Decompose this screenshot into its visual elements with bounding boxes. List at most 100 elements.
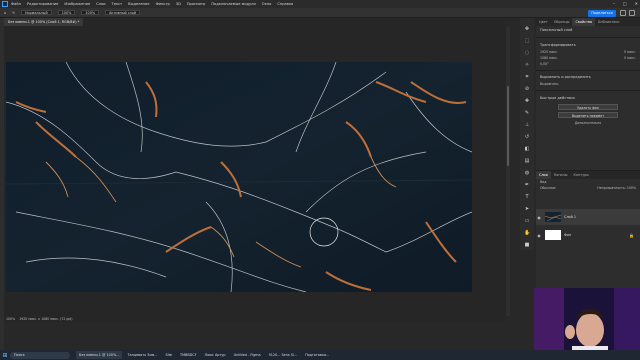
right-tool-strip: ✥ ⬚ ◌ ✧ ⌗ ⊘ ✚ ✎ ⊥ ↺ ◧ ▤ ◍ ✒ T ➤ ▭ ✋ ■ <box>520 18 534 250</box>
divider <box>536 37 640 38</box>
taskbar-app[interactable]: Подготовка... <box>302 351 332 359</box>
vertical-scrollbar[interactable] <box>506 26 510 316</box>
transform-title[interactable]: Трансформировать <box>536 41 640 49</box>
layers-panel: Слои Каналы Контуры Вид Обычные Непрозра… <box>536 170 640 288</box>
y-field[interactable]: 0 пикс. <box>624 56 636 60</box>
zoom-level[interactable]: 100% <box>6 317 15 321</box>
menu-edit[interactable]: Редактирование <box>27 2 58 6</box>
lasso-tool-icon[interactable]: ◌ <box>524 50 530 56</box>
marble-canvas[interactable] <box>6 62 472 292</box>
blur-tool-icon[interactable]: ◍ <box>524 170 530 176</box>
type-tool-icon[interactable]: T <box>524 194 530 200</box>
select-subject-button[interactable]: Выделить предмет <box>558 111 618 118</box>
document-tab[interactable]: Без имени-1 @ 100% (Слой 1, RGB/8#) * <box>4 18 84 26</box>
tab-layers[interactable]: Слои <box>536 171 551 179</box>
blend-mode-select[interactable]: Обычные <box>540 186 555 190</box>
taskbar: ⊞ Поиск Без имени-1 @ 100%... Танцевать … <box>0 350 640 360</box>
marquee-tool-icon[interactable]: ⬚ <box>524 38 530 44</box>
doc-info: 1920 пикс. x 1080 пикс. (72 ppi) <box>19 317 73 321</box>
crop-tool-icon[interactable]: ⌗ <box>524 74 530 80</box>
close-icon[interactable]: ✕ <box>635 1 638 6</box>
magic-wand-icon[interactable]: ✧ <box>524 62 530 68</box>
layer-thumbnail <box>545 230 561 240</box>
tab-paths[interactable]: Контуры <box>570 171 592 179</box>
tab-properties[interactable]: Свойства <box>572 18 596 26</box>
layer-name[interactable]: Фон <box>564 233 571 237</box>
angle-field[interactable]: 0,00° <box>540 62 549 66</box>
menu-window[interactable]: Окно <box>262 2 272 6</box>
layer-row[interactable]: ◉ Фон 🔒 <box>536 227 640 243</box>
lock-icon: 🔒 <box>629 232 634 238</box>
stamp-tool-icon[interactable]: ⊥ <box>524 122 530 128</box>
search-icon[interactable] <box>620 10 626 16</box>
menu-image[interactable]: Изображение <box>64 2 90 6</box>
window-controls: – □ ✕ <box>613 1 638 6</box>
share-button[interactable]: Поделиться <box>588 9 616 17</box>
menu-help[interactable]: Справка <box>277 2 293 6</box>
taskbar-app[interactable]: Site <box>162 351 175 359</box>
taskbar-app[interactable]: Без имени-1 @ 100%... <box>76 351 123 359</box>
windows-start-icon[interactable]: ⊞ <box>0 350 10 360</box>
brush-preset-icon[interactable]: ✎ <box>12 11 15 15</box>
remove-background-button[interactable]: Удалить фон <box>558 103 618 110</box>
eraser-tool-icon[interactable]: ◧ <box>524 146 530 152</box>
eyedropper-icon[interactable]: ⊘ <box>524 86 530 92</box>
canvas-area[interactable] <box>4 26 506 316</box>
gradient-tool-icon[interactable]: ▤ <box>524 158 530 164</box>
taskbar-app[interactable]: 9120... Sens Si... <box>266 351 301 359</box>
sample-select[interactable]: Активный слой <box>105 10 141 15</box>
menu-view[interactable]: Просмотр <box>187 2 205 6</box>
path-select-icon[interactable]: ➤ <box>524 206 530 212</box>
maximize-icon[interactable]: □ <box>623 1 627 6</box>
visibility-eye-icon[interactable]: ◉ <box>536 233 542 238</box>
tab-libraries[interactable]: Библиотеки <box>595 18 622 26</box>
divider <box>536 90 640 91</box>
menu-3d[interactable]: 3D <box>176 2 181 6</box>
home-icon[interactable]: ⌂ <box>4 11 6 15</box>
visibility-eye-icon[interactable]: ◉ <box>536 215 542 220</box>
scroll-thumb[interactable] <box>507 86 509 166</box>
color-swatch-icon[interactable]: ■ <box>524 242 530 248</box>
layer-name[interactable]: Слой 1 <box>564 215 576 219</box>
photoshop-logo-icon[interactable] <box>2 1 8 7</box>
align-sub: Выровнять: <box>540 82 560 86</box>
taskbar-search[interactable]: Поиск <box>10 351 70 359</box>
taskbar-app[interactable]: Люкс Артур <box>202 351 229 359</box>
taskbar-app[interactable]: Untitled - Figma <box>231 351 264 359</box>
healing-brush-icon[interactable]: ✚ <box>524 98 530 104</box>
options-bar: ⌂ ✎ Нормальный 100% 100% Активный слой П… <box>0 8 640 18</box>
shape-tool-icon[interactable]: ▭ <box>524 218 530 224</box>
pen-tool-icon[interactable]: ✒ <box>524 182 530 188</box>
menu-select[interactable]: Выделение <box>128 2 149 6</box>
move-tool-icon[interactable]: ✥ <box>524 26 530 32</box>
flow-field[interactable]: 100% <box>81 10 100 15</box>
menu-layers[interactable]: Слои <box>96 2 105 6</box>
mode-select[interactable]: Нормальный <box>21 10 52 15</box>
tab-channels[interactable]: Каналы <box>551 171 571 179</box>
layer-row[interactable]: ◉ Слой 1 <box>536 209 640 225</box>
menu-bar: Файл Редактирование Изображение Слои Тек… <box>0 0 640 8</box>
divider <box>536 69 640 70</box>
height-field[interactable]: 1080 пикс. <box>540 56 558 60</box>
x-field[interactable]: 0 пикс. <box>624 50 636 54</box>
taskbar-app[interactable]: TMBBDCF <box>177 351 200 359</box>
tab-color[interactable]: Цвет <box>536 18 551 26</box>
brush-tool-icon[interactable]: ✎ <box>524 110 530 116</box>
opacity-field[interactable]: 100% <box>57 10 76 15</box>
layer-filter-input[interactable]: Вид <box>540 180 546 184</box>
width-field[interactable]: 1920 пикс. <box>540 50 558 54</box>
workspace-icon[interactable] <box>629 10 635 16</box>
hand-tool-icon[interactable]: ✋ <box>524 230 530 236</box>
minimize-icon[interactable]: – <box>613 1 615 6</box>
layer-opacity[interactable]: Непрозрачность: 100% <box>597 186 636 190</box>
menu-plugins[interactable]: Подключаемые модули <box>211 2 255 6</box>
taskbar-app[interactable]: Танцевать Зим... <box>124 351 160 359</box>
menu-text[interactable]: Текст <box>112 2 123 6</box>
quick-actions-title[interactable]: Быстрые действия <box>536 94 640 102</box>
history-brush-icon[interactable]: ↺ <box>524 134 530 140</box>
align-title[interactable]: Выровнять и распределить <box>536 73 640 81</box>
tab-swatches[interactable]: Образцы <box>551 18 573 26</box>
more-link[interactable]: Дополнительно <box>575 121 601 125</box>
menu-filter[interactable]: Фильтр <box>156 2 170 6</box>
menu-file[interactable]: Файл <box>11 2 21 6</box>
